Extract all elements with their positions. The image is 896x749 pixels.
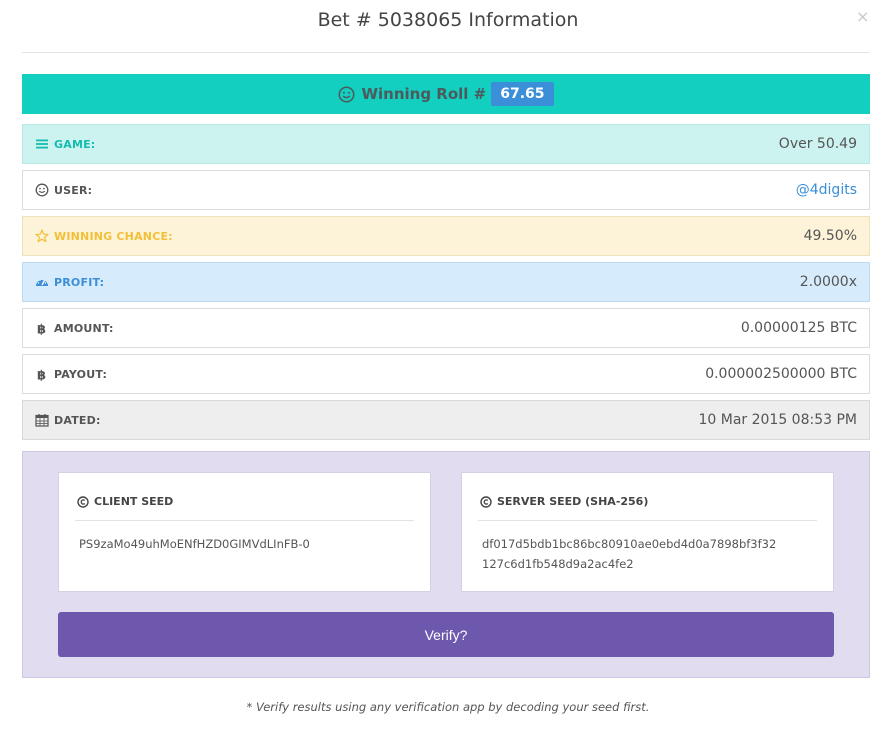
bitcoin-icon: ฿: [37, 323, 46, 336]
profit-row: PROFIT: 2.0000x: [22, 262, 870, 302]
dated-label: DATED:: [54, 413, 101, 427]
amount-row: ฿ AMOUNT: 0.00000125 BTC: [22, 308, 870, 348]
winning-roll-label: Winning Roll #: [361, 85, 487, 103]
star-icon: [35, 229, 49, 243]
smile-icon: [338, 86, 355, 102]
winning-roll-value: 67.65: [491, 82, 554, 106]
amount-value: 0.00000125 BTC: [740, 320, 857, 336]
payout-row: ฿ PAYOUT: 0.000002500000 BTC: [22, 354, 870, 394]
dashboard-icon: [36, 279, 48, 286]
game-row: GAME: Over 50.49: [22, 124, 870, 164]
user-label: USER:: [54, 183, 93, 197]
winning-chance-row: WINNING CHANCE: 49.50%: [22, 216, 870, 256]
winning-chance-label: WINNING CHANCE:: [54, 229, 173, 243]
verify-button[interactable]: Verify?: [58, 612, 834, 657]
copyright-icon: [77, 495, 89, 508]
server-seed-divider: [478, 520, 817, 521]
amount-label: AMOUNT:: [54, 321, 114, 335]
winning-roll-bar: Winning Roll # 67.65: [22, 74, 870, 114]
server-seed-value: df017d5bdb1bc86bc80910ae0ebd4d0a7898bf3f…: [482, 537, 777, 571]
list-icon: [36, 139, 48, 149]
client-seed-value: PS9zaMo49uhMoENfHZD0GIMVdLInFB-0: [79, 537, 310, 551]
profit-value: 2.0000x: [799, 274, 857, 290]
svg-text:฿: ฿: [37, 369, 46, 382]
client-seed-title: CLIENT SEED: [94, 495, 174, 508]
bitcoin-icon: ฿: [37, 369, 46, 382]
winning-chance-value: 49.50%: [803, 228, 857, 244]
server-seed-box: SERVER SEED (SHA-256) df017d5bdb1bc86bc8…: [461, 472, 834, 592]
user-link[interactable]: @4digits: [796, 182, 869, 198]
server-seed-title: SERVER SEED (SHA-256): [497, 495, 649, 508]
seed-panel: CLIENT SEED PS9zaMo49uhMoENfHZD0GIMVdLIn…: [22, 451, 870, 678]
payout-value: 0.000002500000 BTC: [705, 366, 857, 382]
client-seed-box: CLIENT SEED PS9zaMo49uhMoENfHZD0GIMVdLIn…: [58, 472, 431, 592]
close-icon[interactable]: ×: [856, 7, 869, 26]
user-row: USER: @4digits: [22, 170, 870, 210]
copyright-icon: [480, 495, 492, 508]
dated-row: DATED: 10 Mar 2015 08:53 PM: [22, 400, 870, 440]
profit-label: PROFIT:: [54, 275, 105, 289]
smile-icon: [35, 183, 49, 197]
modal-title: Bet # 5038065 Information: [317, 9, 579, 31]
verification-footnote: * Verify results using any verification …: [246, 700, 650, 714]
game-value: Over 50.49: [778, 136, 857, 152]
client-seed-divider: [75, 520, 414, 521]
calendar-icon: [35, 414, 49, 427]
svg-text:฿: ฿: [37, 323, 46, 336]
payout-label: PAYOUT:: [54, 367, 108, 381]
header-divider: [22, 52, 870, 53]
game-label: GAME:: [54, 137, 96, 151]
dated-value: 10 Mar 2015 08:53 PM: [698, 412, 857, 428]
